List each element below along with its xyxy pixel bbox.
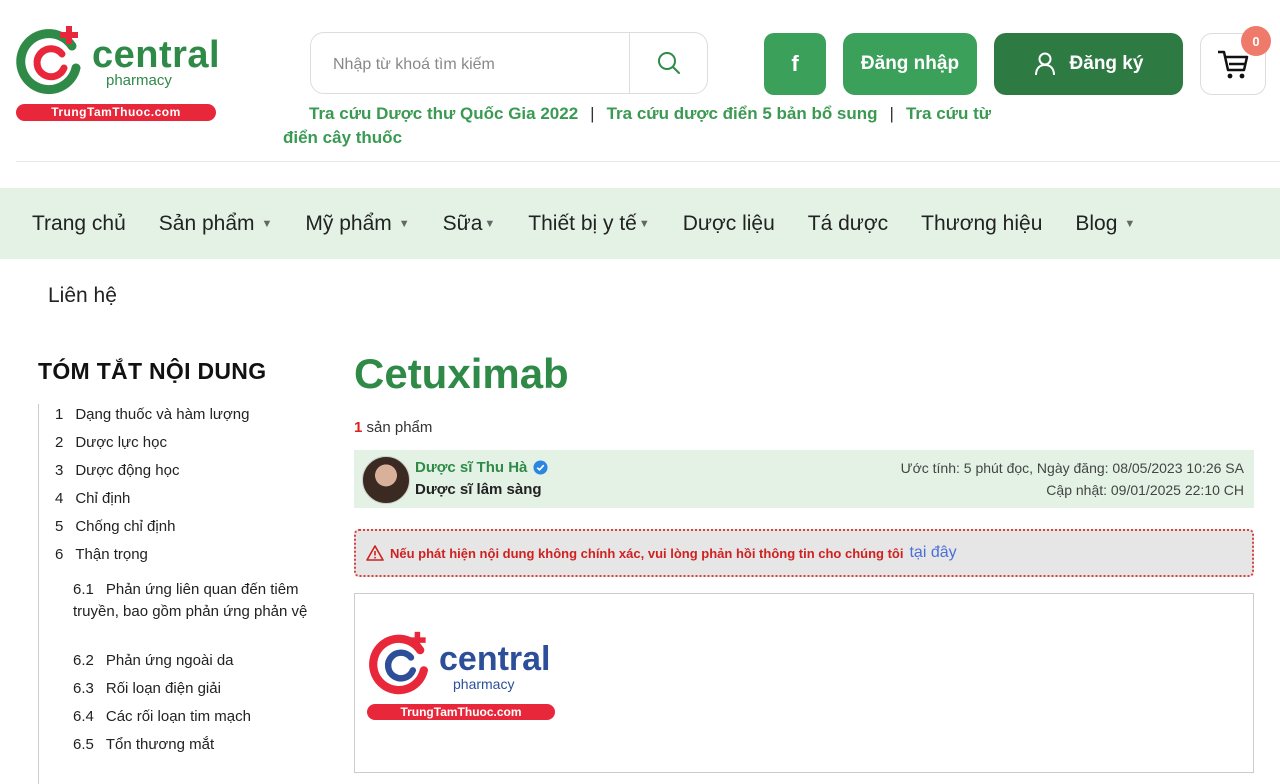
facebook-button[interactable]: f <box>764 33 826 95</box>
avatar <box>362 456 410 504</box>
user-icon <box>1034 52 1055 76</box>
image-logo-sub: pharmacy <box>453 676 515 692</box>
search-input[interactable] <box>331 51 625 79</box>
chevron-down-icon: ▼ <box>638 217 650 230</box>
nav-item-blog[interactable]: Blog ▼ <box>1075 212 1135 236</box>
article-title: Cetuximab <box>354 350 569 397</box>
author-role: Dược sĩ lâm sàng <box>415 481 542 498</box>
verified-icon <box>533 460 548 475</box>
image-logo: central pharmacy TrungTamThuoc.com <box>367 630 567 722</box>
toc-title: TÓM TẮT NỘI DUNG <box>38 358 267 384</box>
nav-item-excipients[interactable]: Tá dược <box>808 212 888 236</box>
toc-subitem[interactable]: 6.3 Rối loạn điện giải <box>73 678 313 700</box>
article-published: Ước tính: 5 phút đọc, Ngày đăng: 08/05/2… <box>900 460 1244 476</box>
toc-subitem[interactable]: 6.5 Tổn thương mắt <box>73 734 313 756</box>
toc-list: 1 Dạng thuốc và hàm lượng 2 Dược lực học 3… <box>38 404 329 784</box>
article-updated: Cập nhật: 09/01/2025 22:10 CH <box>1046 482 1244 498</box>
feedback-link[interactable]: tại đây <box>909 544 956 562</box>
search-box <box>310 32 708 94</box>
article-header: Cetuximab <box>354 350 1254 398</box>
article-image: central pharmacy TrungTamThuoc.com <box>354 593 1254 773</box>
logo-domain-bar: TrungTamThuoc.com <box>16 104 216 121</box>
nav-item-milk[interactable]: Sữa ▼ <box>443 212 496 236</box>
logo-mark-icon <box>16 26 81 95</box>
feedback-warning: Nếu phát hiện nội dung không chính xác, … <box>354 529 1254 577</box>
toc-item[interactable]: 5 Chống chỉ định <box>55 516 175 538</box>
site-logo[interactable]: central pharmacy TrungTamThuoc.com <box>14 22 224 122</box>
toc-subitem[interactable]: 6.4 Các rối loạn tim mạch <box>73 706 313 728</box>
author-box: Dược sĩ Thu Hà Dược sĩ lâm sàng Ước tính… <box>354 450 1254 508</box>
logo-mark-icon <box>369 631 428 695</box>
toc-item[interactable]: 1 Dạng thuốc và hàm lượng <box>55 404 249 426</box>
search-icon <box>658 52 680 74</box>
nav-item-products[interactable]: Sản phẩm ▼ <box>159 212 273 236</box>
toc-item[interactable]: 2 Dược lực học <box>55 432 167 454</box>
cart-count-badge: 0 <box>1241 26 1271 56</box>
article-meta: Ước tính: 5 phút đọc, Ngày đăng: 08/05/2… <box>901 457 1244 501</box>
chevron-down-icon: ▼ <box>398 217 410 230</box>
cart-button[interactable]: 0 <box>1200 26 1271 95</box>
logo-sub-text: pharmacy <box>106 72 172 89</box>
nav-item-medical-devices[interactable]: Thiết bị y tế ▼ <box>528 212 649 236</box>
chevron-down-icon: ▼ <box>484 217 496 230</box>
toc-item[interactable]: 3 Dược động học <box>55 460 179 482</box>
toc-subitem[interactable]: 6.2 Phản ứng ngoài da <box>73 650 313 672</box>
nav-item-contact[interactable]: Liên hệ <box>48 284 117 308</box>
nav-item-home[interactable]: Trang chủ <box>32 212 126 236</box>
quick-links: Tra cứu Dược thư Quốc Gia 2022 | Tra cứu d… <box>283 104 992 147</box>
table-of-contents: TÓM TẮT NỘI DUNG 1 Dạng thuốc và hàm lượn… <box>38 358 328 784</box>
nav-item-herbs[interactable]: Dược liệu <box>683 212 775 236</box>
quicklink-duoc-dien[interactable]: Tra cứu dược điển 5 bản bổ sung <box>607 104 878 123</box>
login-button[interactable]: Đăng nhập <box>843 33 977 95</box>
nav-item-cosmetics[interactable]: Mỹ phẩm ▼ <box>305 212 409 236</box>
chevron-down-icon: ▼ <box>261 217 273 230</box>
toc-subitem[interactable]: 6.1 Phản ứng liên quan đến tiêm truyền, b… <box>73 579 313 623</box>
register-label: Đăng ký <box>1069 53 1144 74</box>
search-button[interactable] <box>630 33 708 93</box>
toc-item[interactable]: 6 Thận trọng <box>55 544 148 566</box>
warning-text: Nếu phát hiện nội dung không chính xác, … <box>390 545 904 561</box>
author-name[interactable]: Dược sĩ Thu Hà <box>415 459 548 476</box>
chevron-down-icon: ▼ <box>1124 217 1136 230</box>
facebook-icon: f <box>791 51 799 76</box>
warning-icon <box>366 545 384 561</box>
logo-brand-text: central <box>92 34 221 76</box>
quicklink-duoc-thu[interactable]: Tra cứu Dược thư Quốc Gia 2022 <box>309 104 578 123</box>
image-logo-brand: central <box>439 640 551 678</box>
nav-item-brands[interactable]: Thương hiệu <box>921 212 1042 236</box>
product-count[interactable]: 1 sản phẩm <box>354 419 432 436</box>
image-logo-domain: TrungTamThuoc.com <box>367 704 555 720</box>
header-divider <box>16 161 1280 162</box>
toc-item[interactable]: 4 Chỉ định <box>55 488 130 510</box>
register-button[interactable]: Đăng ký <box>994 33 1183 95</box>
main-nav: Trang chủ Sản phẩm ▼ Mỹ phẩm ▼ Sữa ▼ Thiết … <box>0 188 1280 259</box>
